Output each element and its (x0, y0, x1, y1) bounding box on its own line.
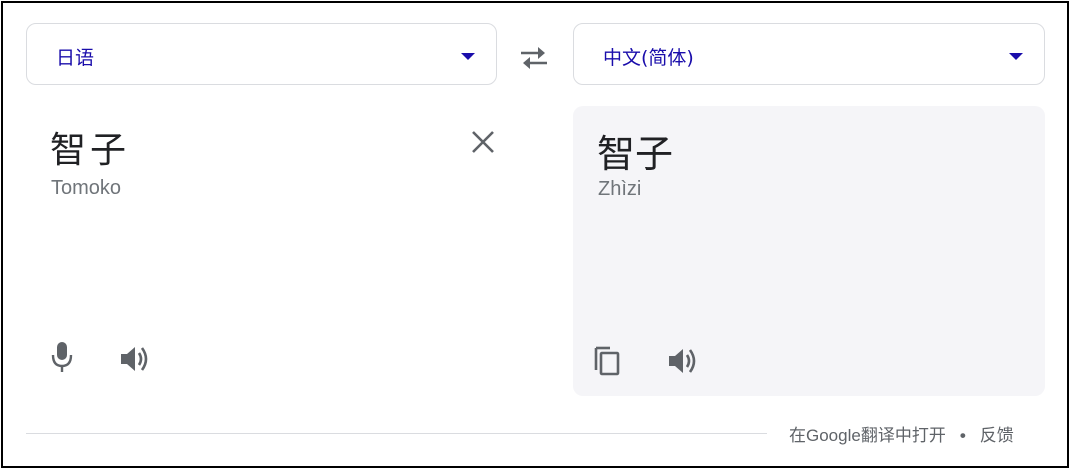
source-text[interactable]: 智子 (50, 121, 130, 173)
open-in-google-translate-link[interactable]: 在Google翻译中打开 (789, 426, 946, 445)
source-transliteration: Tomoko (51, 177, 122, 199)
speaker-icon (121, 347, 148, 371)
source-language-select[interactable]: 日语 (26, 23, 497, 85)
translated-text: 智子 (597, 132, 674, 176)
footer: 在Google翻译中打开 • 反馈 (789, 421, 1014, 446)
target-language-select[interactable]: 中文(简体) (573, 23, 1045, 85)
target-language-label: 中文(简体) (603, 47, 694, 69)
clear-source-button[interactable] (469, 128, 497, 156)
copy-icon (594, 346, 620, 376)
source-listen-button[interactable] (118, 342, 152, 376)
speaker-icon (669, 349, 696, 373)
footer-divider (26, 433, 767, 434)
footer-separator: • (959, 426, 966, 445)
chevron-down-icon (1009, 53, 1023, 60)
source-language-label: 日语 (56, 47, 95, 69)
swap-icon (521, 47, 547, 69)
translated-transliteration: Zhìzi (598, 178, 642, 200)
swap-languages-button[interactable] (517, 43, 551, 71)
microphone-icon (51, 342, 73, 372)
translation-listen-button[interactable] (666, 344, 700, 378)
copy-translation-button[interactable] (590, 342, 624, 376)
voice-input-button[interactable] (46, 340, 80, 374)
chevron-down-icon (461, 53, 475, 60)
translate-widget: 日语 中文(简体) 智子 Tomoko 智子 Zhìzi 在Google翻译中打… (1, 1, 1069, 468)
feedback-link[interactable]: 反馈 (980, 426, 1014, 445)
translation-panel: 智子 Zhìzi (573, 106, 1045, 396)
close-icon (472, 131, 494, 153)
